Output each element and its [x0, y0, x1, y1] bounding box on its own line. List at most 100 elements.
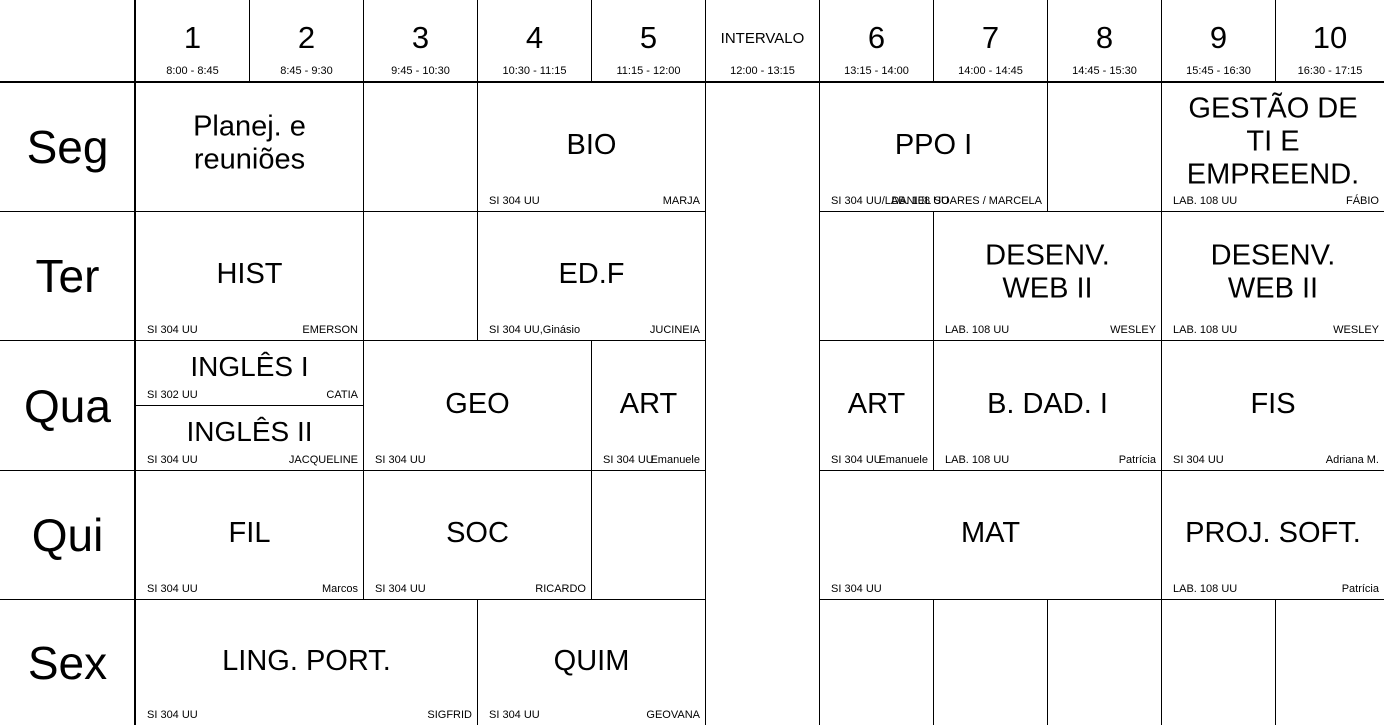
period-header-3: 3 9:45 - 10:30 [363, 0, 477, 82]
empty-slot [1275, 599, 1384, 725]
class-subject: B. DAD. I [987, 387, 1108, 420]
period-header-8: 8 14:45 - 15:30 [1047, 0, 1161, 82]
class-teacher: Patrícia [1118, 454, 1156, 466]
class-subject: FIL [228, 516, 271, 549]
period-time: 9:45 - 10:30 [391, 65, 450, 77]
period-number: 10 [1312, 20, 1348, 55]
period-header-5: 5 11:15 - 12:00 [591, 0, 705, 82]
period-number: 8 [1095, 20, 1114, 55]
class-block: ART SI 304 UU Emanuele [591, 340, 705, 470]
class-block: FIS SI 304 UU Adriana M. [1161, 340, 1384, 470]
header-corner [0, 0, 135, 82]
class-room: SI 304 UU [147, 709, 198, 721]
class-subject: INGLÊS II [186, 416, 313, 447]
class-teacher: Marcos [321, 583, 358, 595]
class-subject: PPO I [894, 128, 973, 161]
period-header-9: 9 15:45 - 16:30 [1161, 0, 1275, 82]
class-subject: GEO [445, 387, 510, 420]
period-header-7: 7 14:00 - 14:45 [933, 0, 1047, 82]
class-teacher: WESLEY [1110, 324, 1156, 336]
class-subject: Planej. e reuniões [193, 110, 306, 176]
class-room: SI 304 UU [375, 454, 426, 466]
class-teacher: SIGFRID [427, 709, 472, 721]
period-time: 10:30 - 11:15 [502, 65, 567, 77]
class-room: SI 304 UU [489, 195, 540, 207]
header-row-divider [0, 81, 1384, 83]
period-number: 2 [297, 20, 316, 55]
empty-slot [1161, 599, 1275, 725]
class-block: ED.F SI 304 UU,Ginásio JUCINEIA [477, 211, 705, 340]
period-time: 11:15 - 12:00 [616, 65, 681, 77]
class-block: PROJ. SOFT. LAB. 108 UU Patrícia [1161, 470, 1384, 599]
class-subject: QUIM [553, 644, 630, 677]
class-room: LAB. 108 UU [1173, 324, 1238, 336]
class-teacher: GEOVANA [646, 709, 700, 721]
class-room: SI 304 UU [147, 454, 198, 466]
interval-column [705, 82, 819, 725]
class-room: SI 304 UU,Ginásio [489, 324, 581, 336]
period-header-6: 6 13:15 - 14:00 [819, 0, 933, 82]
class-subject: ART [847, 387, 906, 420]
class-subject: HIST [216, 257, 283, 290]
class-teacher: MARJA [662, 195, 700, 207]
period-time: 14:00 - 14:45 [958, 65, 1023, 77]
empty-slot [1047, 82, 1161, 211]
class-subject: ART [619, 387, 678, 420]
class-room: SI 304 UU [489, 709, 540, 721]
class-subject: ED.F [558, 257, 625, 290]
class-subject: DESENV. WEB II [985, 239, 1110, 305]
period-time: 8:00 - 8:45 [166, 65, 219, 77]
class-block: DESENV. WEB II LAB. 108 UU WESLEY [1161, 211, 1384, 340]
class-room: LAB. 108 UU [945, 454, 1010, 466]
interval-label: INTERVALO [720, 30, 805, 47]
interval-header: INTERVALO 12:00 - 13:15 [705, 0, 819, 82]
empty-slot [819, 211, 933, 340]
class-subject: FIS [1250, 387, 1296, 420]
class-teacher: FÁBIO [1345, 195, 1379, 207]
period-time: 16:30 - 17:15 [1297, 65, 1363, 77]
class-room: SI 304 UU [1173, 454, 1224, 466]
class-teacher: Emanuele [650, 454, 700, 466]
day-label-qui: Qui [0, 470, 135, 599]
period-time: 13:15 - 14:00 [844, 65, 909, 77]
empty-slot [363, 211, 477, 340]
class-room: LAB. 108 UU [1173, 583, 1238, 595]
class-block: INGLÊS II SI 304 UU JACQUELINE [135, 405, 363, 470]
class-teacher: Adriana M. [1325, 454, 1379, 466]
class-block: BIO SI 304 UU MARJA [477, 82, 705, 211]
period-number: 4 [525, 20, 544, 55]
class-block: FIL SI 304 UU Marcos [135, 470, 363, 599]
period-header-1: 1 8:00 - 8:45 [135, 0, 249, 82]
class-teacher: CATIA [326, 389, 358, 401]
timetable-grid: 1 8:00 - 8:45 2 8:45 - 9:30 3 9:45 - 10:30 4 10… [0, 0, 1384, 725]
class-block: SOC SI 304 UU RICARDO [363, 470, 591, 599]
class-subject: DESENV. WEB II [1210, 239, 1336, 305]
class-subject: LING. PORT. [222, 644, 391, 677]
day-label-ter: Ter [0, 211, 135, 340]
period-number: 9 [1209, 20, 1228, 55]
class-subject: INGLÊS I [190, 351, 309, 382]
empty-slot [933, 599, 1047, 725]
class-block: MAT SI 304 UU [819, 470, 1161, 599]
class-subject: SOC [446, 516, 509, 549]
empty-slot [1047, 599, 1161, 725]
class-subject: BIO [566, 128, 617, 161]
period-number: 3 [411, 20, 430, 55]
class-teacher: EMERSON [302, 324, 358, 336]
class-teacher: JUCINEIA [649, 324, 700, 336]
class-room: LAB. 108 UU [945, 324, 1010, 336]
class-subject: PROJ. SOFT. [1185, 516, 1361, 549]
empty-slot [363, 82, 477, 211]
class-subject: MAT [960, 516, 1021, 549]
period-header-4: 4 10:30 - 11:15 [477, 0, 591, 82]
period-number: 7 [981, 20, 1000, 55]
empty-slot [591, 470, 705, 599]
class-block: PPO I SI 304 UU/LAB. 108 UU DANIEL SOARES … [819, 82, 1047, 211]
class-block: B. DAD. I LAB. 108 UU Patrícia [933, 340, 1161, 470]
class-block: GEO SI 304 UU [363, 340, 591, 470]
period-header-10: 10 16:30 - 17:15 [1275, 0, 1384, 82]
class-teacher: WESLEY [1333, 324, 1379, 336]
class-teacher: Patrícia [1341, 583, 1379, 595]
class-room: SI 304 UU [603, 454, 654, 466]
class-block: ART SI 304 UU Emanuele [819, 340, 933, 470]
